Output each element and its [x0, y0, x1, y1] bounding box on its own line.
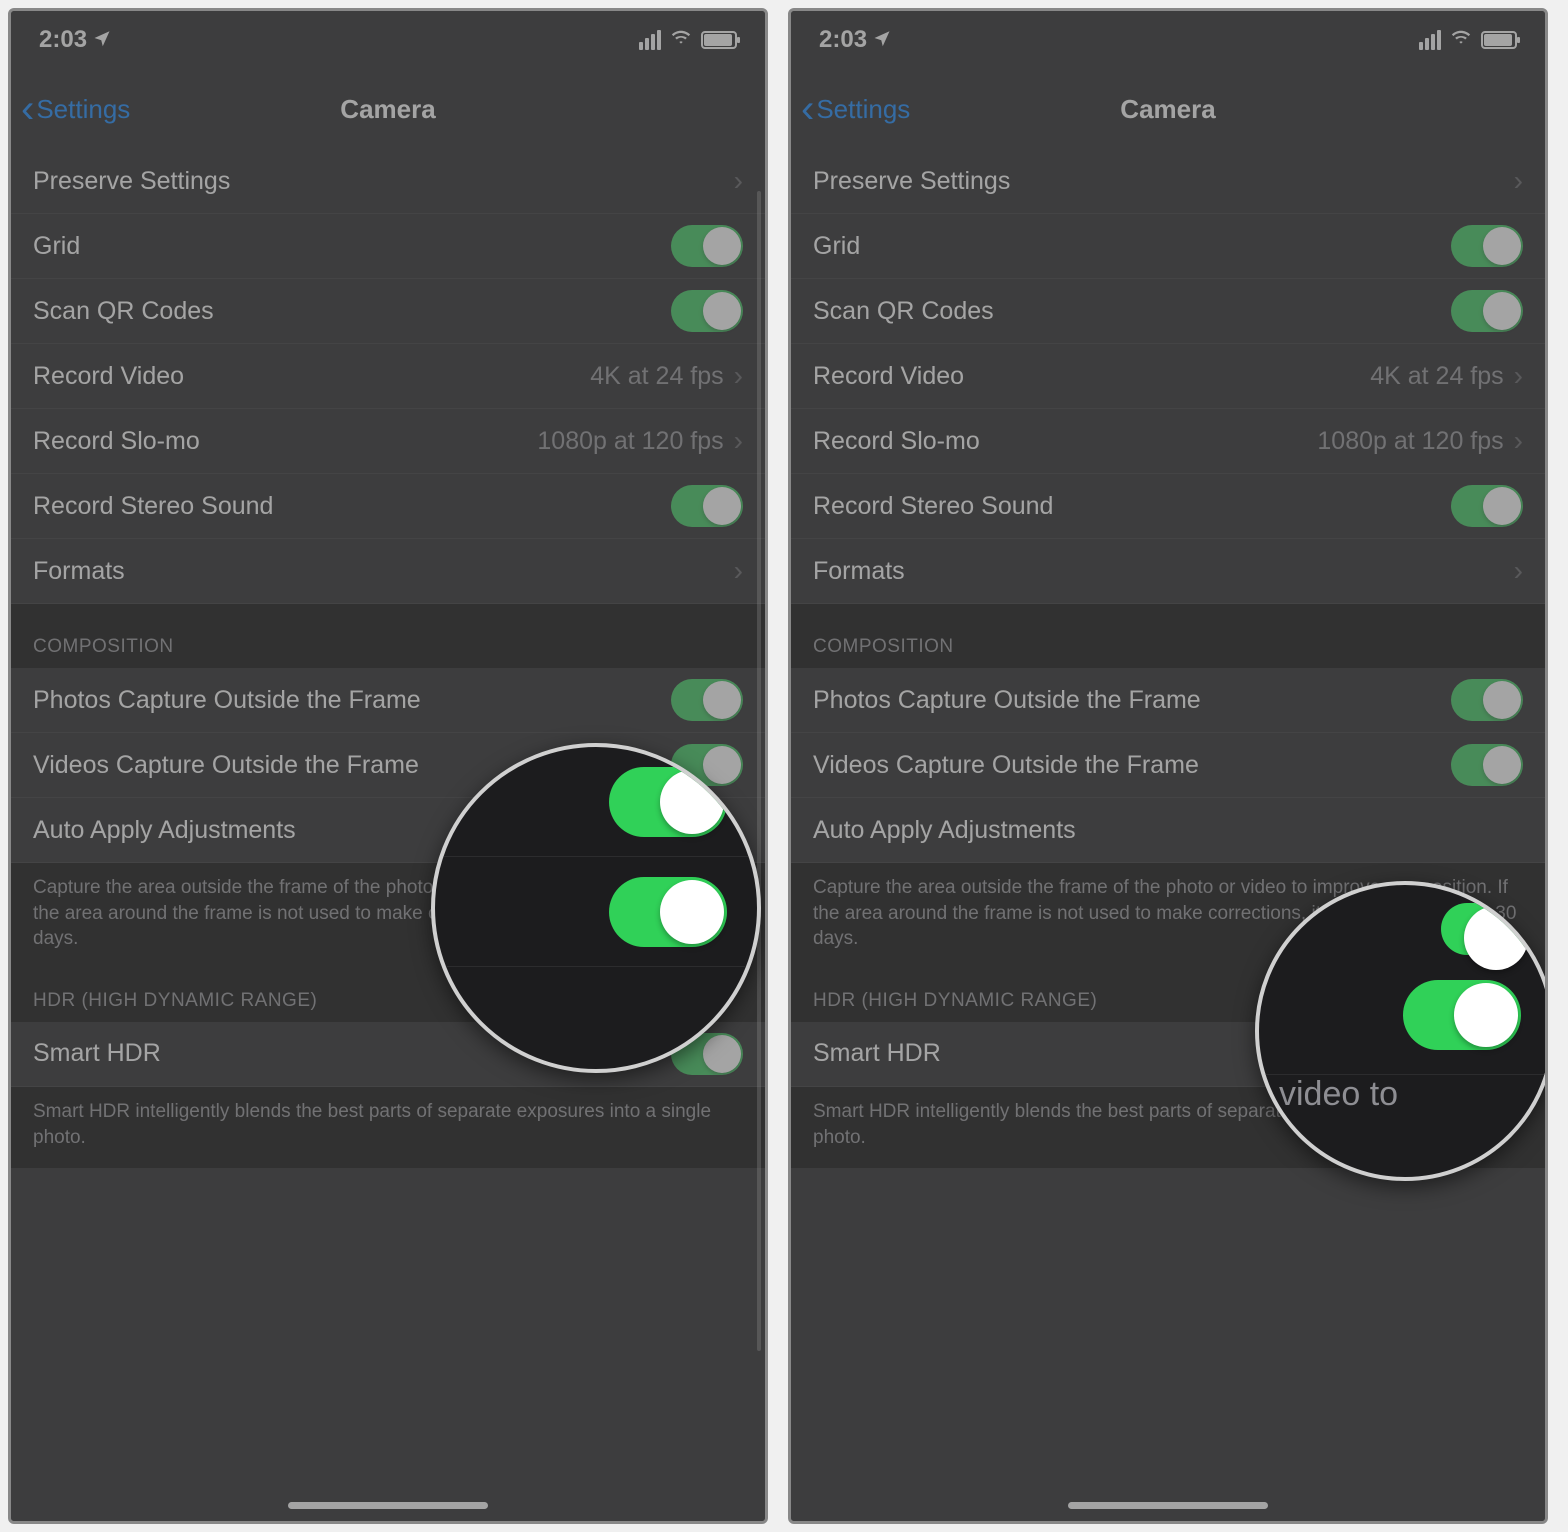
row-label: Record Video	[813, 362, 964, 391]
row-label: Preserve Settings	[813, 167, 1010, 196]
row-value: 1080p at 120 fps	[1317, 427, 1503, 456]
page-title: Camera	[1120, 94, 1215, 125]
row-value: 4K at 24 fps	[1370, 362, 1503, 391]
row-record-slomo[interactable]: Record Slo-mo 1080p at 120 fps ›	[11, 409, 765, 474]
photos-outside-toggle[interactable]	[1451, 679, 1523, 721]
scan-qr-toggle[interactable]	[671, 290, 743, 332]
section-header-composition: COMPOSITION	[11, 604, 765, 668]
auto-apply-toggle-zoom[interactable]	[1403, 980, 1521, 1050]
row-videos-outside[interactable]: Videos Capture Outside the Frame	[791, 733, 1545, 798]
row-label: Auto Apply Adjustments	[813, 816, 1076, 845]
mag-row	[435, 857, 757, 967]
row-label: Grid	[813, 232, 860, 261]
row-preserve-settings[interactable]: Preserve Settings ›	[791, 149, 1545, 214]
cellular-signal-icon	[1419, 30, 1441, 50]
row-scan-qr[interactable]: Scan QR Codes	[11, 279, 765, 344]
magnifier-callout	[431, 743, 761, 1073]
row-label: Preserve Settings	[33, 167, 230, 196]
row-auto-apply[interactable]: Auto Apply Adjustments	[791, 798, 1545, 863]
row-record-video[interactable]: Record Video 4K at 24 fps ›	[791, 344, 1545, 409]
row-label: Formats	[33, 557, 125, 586]
row-value: 4K at 24 fps	[590, 362, 723, 391]
row-label: Smart HDR	[813, 1039, 941, 1068]
home-indicator[interactable]	[1068, 1502, 1268, 1509]
chevron-right-icon: ›	[734, 165, 743, 197]
wifi-icon	[1449, 26, 1473, 54]
photos-outside-toggle[interactable]	[671, 679, 743, 721]
status-bar: 2:03	[11, 11, 765, 69]
chevron-left-icon: ‹	[21, 87, 34, 132]
page-title: Camera	[340, 94, 435, 125]
row-value: 1080p at 120 fps	[537, 427, 723, 456]
status-bar: 2:03	[791, 11, 1545, 69]
mag-footer-text: video to	[1259, 1075, 1548, 1114]
row-label: Record Stereo Sound	[33, 492, 273, 521]
videos-outside-toggle[interactable]	[1451, 744, 1523, 786]
chevron-right-icon: ›	[1514, 360, 1523, 392]
home-indicator[interactable]	[288, 1502, 488, 1509]
section-footer-hdr: Smart HDR intelligently blends the best …	[11, 1087, 765, 1168]
magnifier-callout: .m2a::after{width:46px;height:46px} vide…	[1255, 881, 1548, 1181]
chevron-right-icon: ›	[1514, 555, 1523, 587]
row-label: Photos Capture Outside the Frame	[813, 686, 1201, 715]
back-label: Settings	[36, 94, 130, 125]
stereo-toggle[interactable]	[671, 485, 743, 527]
nav-bar: ‹ Settings Camera	[11, 69, 765, 149]
status-time: 2:03	[819, 26, 867, 54]
row-label: Auto Apply Adjustments	[33, 816, 296, 845]
battery-icon	[1481, 31, 1517, 49]
row-photos-outside[interactable]: Photos Capture Outside the Frame	[11, 668, 765, 733]
mag-row	[1259, 955, 1548, 1075]
row-label: Record Slo-mo	[813, 427, 980, 456]
back-label: Settings	[816, 94, 910, 125]
row-formats[interactable]: Formats ›	[791, 539, 1545, 604]
grid-toggle[interactable]	[1451, 225, 1523, 267]
row-label: Record Video	[33, 362, 184, 391]
row-grid[interactable]: Grid	[11, 214, 765, 279]
row-label: Grid	[33, 232, 80, 261]
row-label: Scan QR Codes	[813, 297, 994, 326]
chevron-right-icon: ›	[1514, 165, 1523, 197]
phone-screenshot-left: 2:03 ‹ Settings Camera Preserve Settings…	[8, 8, 768, 1524]
location-icon	[873, 26, 891, 54]
chevron-left-icon: ‹	[801, 87, 814, 132]
row-label: Videos Capture Outside the Frame	[33, 751, 419, 780]
row-record-video[interactable]: Record Video 4K at 24 fps ›	[11, 344, 765, 409]
location-icon	[93, 26, 111, 54]
phone-screenshot-right: 2:03 ‹ Settings Camera Preserve Settings…	[788, 8, 1548, 1524]
row-scan-qr[interactable]: Scan QR Codes	[791, 279, 1545, 344]
row-label: Photos Capture Outside the Frame	[33, 686, 421, 715]
row-photos-outside[interactable]: Photos Capture Outside the Frame	[791, 668, 1545, 733]
chevron-right-icon: ›	[734, 425, 743, 457]
stereo-toggle[interactable]	[1451, 485, 1523, 527]
battery-icon	[701, 31, 737, 49]
scan-qr-toggle[interactable]	[1451, 290, 1523, 332]
row-label: Record Slo-mo	[33, 427, 200, 456]
row-record-slomo[interactable]: Record Slo-mo 1080p at 120 fps ›	[791, 409, 1545, 474]
videos-outside-toggle-zoom[interactable]	[609, 877, 727, 947]
cellular-signal-icon	[639, 30, 661, 50]
row-label: Videos Capture Outside the Frame	[813, 751, 1199, 780]
row-record-stereo[interactable]: Record Stereo Sound	[791, 474, 1545, 539]
row-label: Smart HDR	[33, 1039, 161, 1068]
photos-outside-toggle-zoom[interactable]	[609, 767, 727, 837]
chevron-right-icon: ›	[1514, 425, 1523, 457]
grid-toggle[interactable]	[671, 225, 743, 267]
row-label: Record Stereo Sound	[813, 492, 1053, 521]
row-grid[interactable]: Grid	[791, 214, 1545, 279]
row-preserve-settings[interactable]: Preserve Settings ›	[11, 149, 765, 214]
row-label: Formats	[813, 557, 905, 586]
nav-bar: ‹ Settings Camera	[791, 69, 1545, 149]
chevron-right-icon: ›	[734, 360, 743, 392]
back-button[interactable]: ‹ Settings	[791, 87, 910, 132]
back-button[interactable]: ‹ Settings	[11, 87, 130, 132]
scroll-indicator	[757, 191, 761, 1351]
section-header-composition: COMPOSITION	[791, 604, 1545, 668]
row-record-stereo[interactable]: Record Stereo Sound	[11, 474, 765, 539]
chevron-right-icon: ›	[734, 555, 743, 587]
row-formats[interactable]: Formats ›	[11, 539, 765, 604]
status-time: 2:03	[39, 26, 87, 54]
row-label: Scan QR Codes	[33, 297, 214, 326]
wifi-icon	[669, 26, 693, 54]
